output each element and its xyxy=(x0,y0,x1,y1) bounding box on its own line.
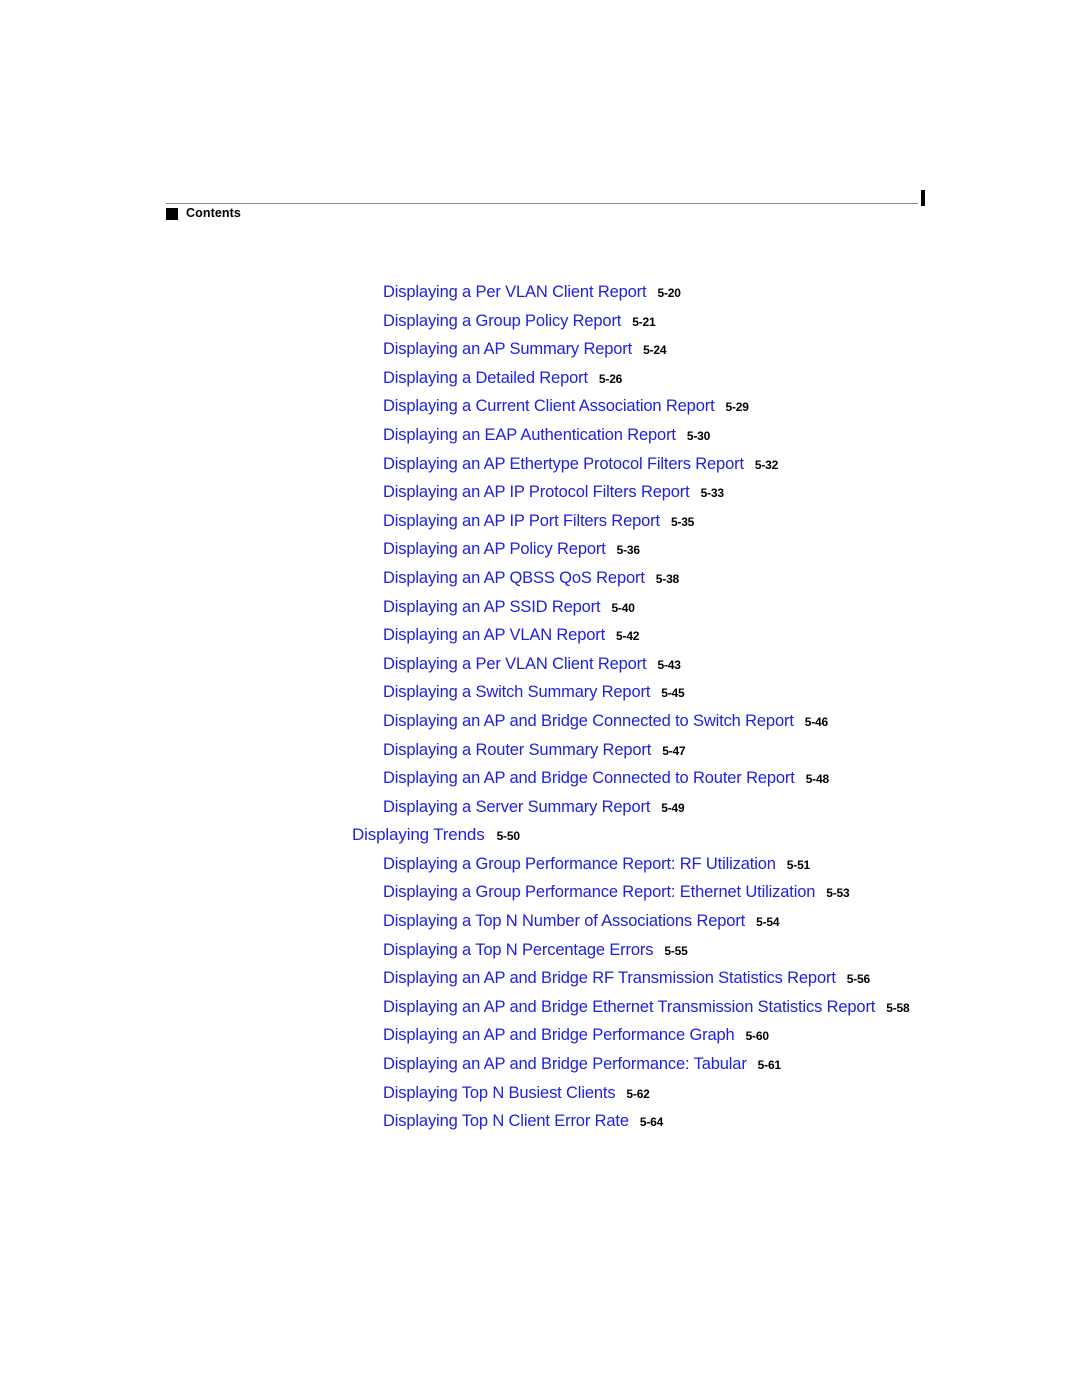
toc-entry-title[interactable]: Displaying an AP Ethertype Protocol Filt… xyxy=(383,455,744,473)
header-divider xyxy=(166,203,918,204)
toc-entry[interactable]: Displaying a Switch Summary Report 5-45 xyxy=(0,678,1080,707)
black-square-icon xyxy=(166,208,178,220)
toc-entry[interactable]: Displaying Trends 5-50 xyxy=(0,821,1080,850)
toc-entry-title[interactable]: Displaying a Switch Summary Report xyxy=(383,683,650,701)
toc-entry-title[interactable]: Displaying a Top N Percentage Errors xyxy=(383,941,654,959)
toc-entry-page-number: 5-56 xyxy=(846,972,870,987)
toc-entry[interactable]: Displaying an AP IP Port Filters Report 5… xyxy=(0,507,1080,536)
toc-entry[interactable]: Displaying an AP and Bridge RF Transmiss… xyxy=(0,964,1080,993)
toc-entry[interactable]: Displaying a Server Summary Report 5-49 xyxy=(0,793,1080,822)
toc-entry[interactable]: Displaying a Group Performance Report: R… xyxy=(0,850,1080,879)
page-footer: vi User Guide for the CiscoWorks 1105 Wi… xyxy=(0,1150,1080,1260)
toc-entry[interactable]: Displaying an AP VLAN Report 5-42 xyxy=(0,621,1080,650)
toc-entry-page-number: 5-21 xyxy=(632,314,656,329)
toc-entry-page-number: 5-54 xyxy=(756,915,780,930)
toc-entry[interactable]: Displaying a Group Performance Report: E… xyxy=(0,878,1080,907)
toc-entry-title[interactable]: Displaying an AP Summary Report xyxy=(383,340,632,358)
toc-entry[interactable]: Displaying a Top N Number of Association… xyxy=(0,907,1080,936)
toc-entry[interactable]: Displaying Top N Busiest Clients 5-62 xyxy=(0,1079,1080,1108)
toc-entry[interactable]: Displaying a Top N Percentage Errors 5-55 xyxy=(0,936,1080,965)
toc-entry-page-number: 5-30 xyxy=(686,428,711,443)
toc-entry-title[interactable]: Displaying a Current Client Association … xyxy=(383,397,715,415)
toc-entry[interactable]: Displaying an AP and Bridge Ethernet Tra… xyxy=(0,993,1080,1022)
toc-entry[interactable]: Displaying a Detailed Report 5-26 xyxy=(0,364,1080,393)
toc-entry-page-number: 5-58 xyxy=(886,1000,910,1015)
toc-entry-page-number: 5-29 xyxy=(725,400,749,415)
toc-entry-page-number: 5-33 xyxy=(700,486,724,501)
toc-entry-title[interactable]: Displaying a Per VLAN Client Report xyxy=(383,655,647,673)
toc-entry-title[interactable]: Displaying a Per VLAN Client Report xyxy=(383,283,647,301)
header-title: Contents xyxy=(186,206,241,220)
toc-entry-title[interactable]: Displaying an AP and Bridge Performance … xyxy=(383,1026,735,1044)
toc-entry-title[interactable]: Displaying Top N Busiest Clients xyxy=(383,1084,616,1102)
toc-entry-title[interactable]: Displaying an AP SSID Report xyxy=(383,598,601,616)
toc-entry-title[interactable]: Displaying a Group Policy Report xyxy=(383,312,621,330)
toc-entry-page-number: 5-62 xyxy=(626,1086,650,1101)
toc-entry-title[interactable]: Displaying a Server Summary Report xyxy=(383,798,650,816)
toc-entry-page-number: 5-50 xyxy=(496,829,520,844)
toc-entry-page-number: 5-40 xyxy=(611,600,635,615)
toc-entry[interactable]: Displaying an AP and Bridge Connected to… xyxy=(0,707,1080,736)
toc-entry-page-number: 5-55 xyxy=(664,943,688,958)
toc-entry-title[interactable]: Displaying a Group Performance Report: E… xyxy=(383,883,815,901)
toc-entry[interactable]: Displaying an AP Ethertype Protocol Filt… xyxy=(0,450,1080,479)
toc-entry-title[interactable]: Displaying a Top N Number of Association… xyxy=(383,912,745,930)
toc-entry-page-number: 5-43 xyxy=(657,657,681,672)
page-header: Contents xyxy=(0,0,1080,240)
toc-entry-title[interactable]: Displaying an AP and Bridge Ethernet Tra… xyxy=(383,998,875,1016)
toc-entry[interactable]: Displaying a Group Policy Report 5-21 xyxy=(0,307,1080,336)
toc-entry[interactable]: Displaying an AP IP Protocol Filters Rep… xyxy=(0,478,1080,507)
toc-entry[interactable]: Displaying an AP QBSS QoS Report 5-38 xyxy=(0,564,1080,593)
toc-entry-page-number: 5-61 xyxy=(757,1058,781,1073)
toc-entry-title[interactable]: Displaying an AP IP Protocol Filters Rep… xyxy=(383,483,690,501)
toc-entry[interactable]: Displaying an AP SSID Report 5-40 xyxy=(0,593,1080,622)
toc-entry[interactable]: Displaying Top N Client Error Rate 5-64 xyxy=(0,1107,1080,1136)
toc-entry[interactable]: Displaying an EAP Authentication Report 5… xyxy=(0,421,1080,450)
toc-entry-page-number: 5-64 xyxy=(639,1115,664,1130)
toc-entry-page-number: 5-35 xyxy=(670,514,695,529)
header-edge-tick-icon xyxy=(921,190,925,206)
toc-entry-page-number: 5-36 xyxy=(616,543,640,558)
toc-entry-page-number: 5-32 xyxy=(754,457,779,472)
toc-entry-page-number: 5-46 xyxy=(804,714,828,729)
toc-entry-title[interactable]: Displaying a Group Performance Report: R… xyxy=(383,855,776,873)
toc-entry-page-number: 5-45 xyxy=(661,686,685,701)
toc-entry-title[interactable]: Displaying an EAP Authentication Report xyxy=(383,426,676,444)
toc-entry-title[interactable]: Displaying an AP and Bridge Connected to… xyxy=(383,712,794,730)
toc-entry-title[interactable]: Displaying a Router Summary Report xyxy=(383,741,651,759)
toc-entry-title[interactable]: Displaying an AP QBSS QoS Report xyxy=(383,569,645,587)
toc-entry-page-number: 5-26 xyxy=(598,371,623,386)
toc-entry[interactable]: Displaying a Current Client Association … xyxy=(0,392,1080,421)
toc-entry[interactable]: Displaying a Per VLAN Client Report 5-43 xyxy=(0,650,1080,679)
toc-entry-page-number: 5-53 xyxy=(826,886,850,901)
toc-entry-title[interactable]: Displaying Trends xyxy=(352,825,485,844)
toc-entry-title[interactable]: Displaying an AP and Bridge Connected to… xyxy=(383,769,795,787)
toc-entry-title[interactable]: Displaying an AP Policy Report xyxy=(383,540,606,558)
toc-entry-title[interactable]: Displaying an AP IP Port Filters Report xyxy=(383,512,660,530)
toc-entry-title[interactable]: Displaying a Detailed Report xyxy=(383,369,588,387)
toc-entry-page-number: 5-49 xyxy=(661,800,685,815)
toc-entry[interactable]: Displaying an AP and Bridge Performance … xyxy=(0,1021,1080,1050)
toc-entry-title[interactable]: Displaying an AP and Bridge RF Transmiss… xyxy=(383,969,836,987)
toc-entry-title[interactable]: Displaying an AP and Bridge Performance:… xyxy=(383,1055,747,1073)
table-of-contents: Displaying a Per VLAN Client Report 5-20 D… xyxy=(0,278,1080,1136)
toc-entry-page-number: 5-47 xyxy=(662,743,686,758)
toc-entry[interactable]: Displaying an AP and Bridge Performance:… xyxy=(0,1050,1080,1079)
toc-entry[interactable]: Displaying an AP Policy Report 5-36 xyxy=(0,535,1080,564)
toc-entry[interactable]: Displaying a Router Summary Report 5-47 xyxy=(0,736,1080,765)
toc-entry-title[interactable]: Displaying an AP VLAN Report xyxy=(383,626,605,644)
document-page: Contents Displaying a Per VLAN Client Re… xyxy=(0,0,1080,1397)
toc-entry-page-number: 5-20 xyxy=(657,286,681,300)
toc-entry-page-number: 5-48 xyxy=(805,772,829,787)
toc-entry-page-number: 5-51 xyxy=(786,857,811,872)
toc-entry[interactable]: Displaying an AP and Bridge Connected to… xyxy=(0,764,1080,793)
toc-entry-page-number: 5-42 xyxy=(616,629,640,644)
toc-entry-page-number: 5-60 xyxy=(745,1029,769,1044)
toc-entry-page-number: 5-38 xyxy=(655,571,680,586)
toc-entry[interactable]: Displaying an AP Summary Report 5-24 xyxy=(0,335,1080,364)
toc-entry-title[interactable]: Displaying Top N Client Error Rate xyxy=(383,1112,629,1130)
toc-entry-page-number: 5-24 xyxy=(643,343,667,358)
toc-entry[interactable]: Displaying a Per VLAN Client Report 5-20 xyxy=(0,278,1080,307)
